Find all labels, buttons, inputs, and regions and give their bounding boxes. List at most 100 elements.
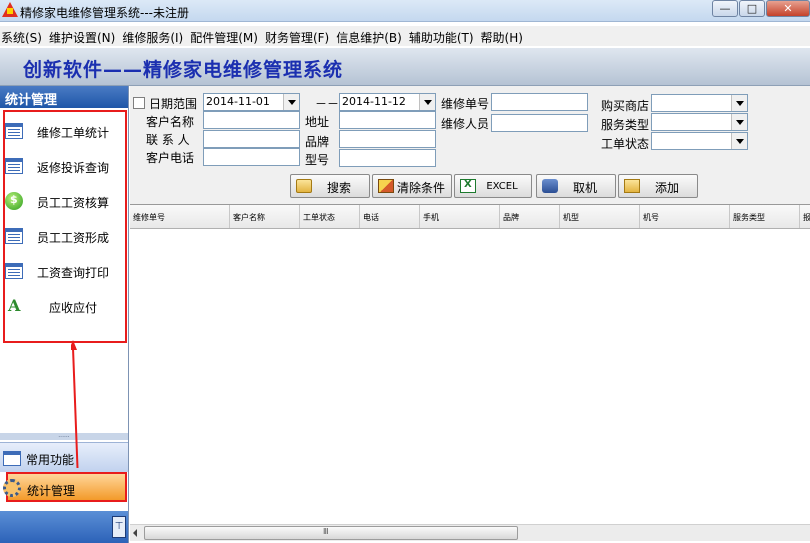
sidebar-item-repair-order-stats[interactable]: 维修工单统计 [5, 117, 123, 147]
clear-button-label: 清除条件 [396, 181, 445, 195]
sidebar-item-salary-calc[interactable]: 员工工资核算 [5, 187, 123, 217]
app-banner: 创新软件——精修家电维修管理系统 [0, 48, 810, 86]
menu-parts[interactable]: 配件管理(M) [189, 26, 264, 46]
menu-info-maintenance[interactable]: 信息维护(B) [335, 26, 408, 46]
chevron-down-icon [731, 95, 747, 111]
menu-bar: 系统(S) 维护设置(N) 维修服务(I) 配件管理(M) 财务管理(F) 信息… [0, 26, 810, 46]
menu-tools[interactable]: 辅助功能(T) [408, 26, 480, 46]
menu-help[interactable]: 帮助(H) [480, 26, 529, 46]
sidebar-item-rework-complaints[interactable]: 返修投诉查询 [5, 152, 123, 182]
horizontal-scrollbar[interactable]: Ⅲ [130, 524, 810, 541]
window-title: 精修家电维修管理系统---未注册 [20, 6, 189, 20]
close-button[interactable]: ✕ [766, 0, 810, 17]
app-logo-icon [2, 2, 18, 17]
sidebar-item-salary-generate[interactable]: 员工工资形成 [5, 222, 123, 252]
scroll-left-arrow-icon[interactable] [133, 529, 137, 537]
search-form: 日期范围 2014-11-01 －－ 2014-11-12 客户名称 联 系 人… [130, 86, 810, 204]
banner-title: 创新软件——精修家电维修管理系统 [23, 59, 344, 81]
excel-export-button[interactable]: EXCEL [454, 174, 532, 198]
date-from-value: 2014-11-01 [206, 95, 270, 108]
search-button[interactable]: 搜索 [290, 174, 370, 198]
gear-icon [3, 479, 21, 497]
chevron-down-icon [283, 94, 299, 110]
customer-phone-label: 客户电话 [146, 151, 195, 165]
section-label: 常用功能 [26, 453, 75, 467]
sidebar-nav-list: 维修工单统计 返修投诉查询 员工工资核算 员工工资形成 工资查询打印 应收应付 [3, 110, 127, 343]
model-label: 型号 [305, 153, 330, 167]
annotation-arrow [71, 340, 79, 468]
chevron-down-icon [419, 94, 435, 110]
clear-conditions-button[interactable]: 清除条件 [372, 174, 452, 198]
sidebar-item-label: 员工工资形成 [36, 231, 109, 245]
sidebar-item-receivable-payable[interactable]: 应收应付 [5, 292, 123, 322]
sidebar-splitter[interactable]: ...... [0, 433, 128, 440]
sidebar-item-label: 工资查询打印 [36, 266, 109, 280]
model-field[interactable] [339, 149, 436, 167]
column-header[interactable]: 维修单号 [130, 205, 230, 228]
column-header[interactable]: 机号 [640, 205, 730, 228]
order-status-select[interactable] [651, 132, 748, 150]
scrollbar-thumb[interactable]: Ⅲ [144, 526, 518, 540]
column-header[interactable]: 报 [800, 205, 810, 228]
sidebar-item-salary-print[interactable]: 工资查询打印 [5, 257, 123, 287]
brand-field[interactable] [339, 130, 436, 148]
repairer-label: 维修人员 [441, 117, 490, 131]
add-button-label: 添加 [654, 181, 679, 195]
chevron-down-icon [731, 133, 747, 149]
address-label: 地址 [305, 115, 330, 129]
contact-field[interactable] [203, 130, 300, 148]
repairer-field[interactable] [491, 114, 588, 132]
sidebar: 统计管理 维修工单统计 返修投诉查询 员工工资核算 员工工资形成 工资查询打印 … [0, 86, 129, 543]
section-statistics[interactable]: 统计管理 [3, 472, 127, 502]
menu-finance[interactable]: 财务管理(F) [264, 26, 335, 46]
sidebar-header: 统计管理 [0, 86, 128, 108]
menu-system[interactable]: 系统(S) [0, 26, 48, 46]
date-separator: －－ [315, 97, 340, 111]
menu-repair-service[interactable]: 维修服务(I) [121, 26, 189, 46]
column-header[interactable]: 客户名称 [230, 205, 300, 228]
customer-name-field[interactable] [203, 111, 300, 129]
search-button-label: 搜索 [326, 181, 351, 195]
minimize-button[interactable]: — [712, 0, 738, 17]
shop-select[interactable] [651, 94, 748, 112]
order-status-label: 工单状态 [601, 137, 650, 151]
column-header[interactable]: 机型 [560, 205, 640, 228]
column-header[interactable]: 手机 [420, 205, 500, 228]
service-type-label: 服务类型 [601, 118, 650, 132]
pin-icon[interactable]: ⊤ [112, 516, 126, 538]
report-icon [3, 451, 21, 466]
sidebar-item-label: 维修工单统计 [36, 126, 109, 140]
column-header[interactable]: 品牌 [500, 205, 560, 228]
date-range-checkbox[interactable] [133, 97, 145, 109]
scrollbar-grip: Ⅲ [323, 527, 328, 536]
service-type-select[interactable] [651, 113, 748, 131]
sidebar-footer: ⊤ [0, 511, 128, 543]
column-header[interactable]: 服务类型 [730, 205, 800, 228]
customer-name-label: 客户名称 [146, 115, 195, 129]
menu-maintenance-settings[interactable]: 维护设置(N) [48, 26, 121, 46]
address-field[interactable] [339, 111, 436, 129]
add-button[interactable]: 添加 [618, 174, 698, 198]
window-controls: — □ ✕ [711, 0, 810, 18]
section-common-functions[interactable]: 常用功能 [0, 442, 128, 472]
column-header[interactable]: 工单状态 [300, 205, 360, 228]
order-no-field[interactable] [491, 93, 588, 111]
customer-phone-field[interactable] [203, 148, 300, 166]
sidebar-item-label: 员工工资核算 [36, 196, 109, 210]
shop-label: 购买商店 [601, 99, 650, 113]
date-from-picker[interactable]: 2014-11-01 [203, 93, 300, 111]
order-no-label: 维修单号 [441, 97, 490, 111]
date-to-picker[interactable]: 2014-11-12 [339, 93, 436, 111]
brand-label: 品牌 [305, 135, 330, 149]
contact-label: 联 系 人 [146, 133, 190, 147]
maximize-button[interactable]: □ [739, 0, 765, 17]
results-grid[interactable]: 维修单号 客户名称 工单状态 电话 手机 品牌 机型 机号 服务类型 报 [130, 204, 810, 524]
section-label: 统计管理 [27, 484, 76, 498]
sidebar-item-label: 返修投诉查询 [36, 161, 109, 175]
date-to-value: 2014-11-12 [342, 95, 406, 108]
title-bar: 精修家电维修管理系统---未注册 — □ ✕ [0, 0, 810, 22]
excel-button-label: EXCEL [486, 181, 518, 192]
column-header[interactable]: 电话 [360, 205, 420, 228]
date-range-label: 日期范围 [149, 97, 198, 111]
pickup-button[interactable]: 取机 [536, 174, 616, 198]
